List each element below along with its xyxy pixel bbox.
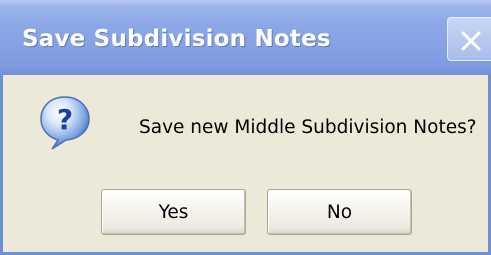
- dialog-title: Save Subdivision Notes: [22, 26, 331, 52]
- no-button[interactable]: No: [267, 189, 412, 235]
- close-button[interactable]: [447, 17, 491, 61]
- save-dialog: Save Subdivision Notes ? Save new Middle…: [0, 0, 491, 255]
- dialog-message: Save new Middle Subdivision Notes?: [139, 117, 477, 138]
- yes-button-label: Yes: [158, 201, 189, 223]
- no-button-label: No: [326, 201, 353, 223]
- svg-text:?: ?: [57, 103, 73, 136]
- title-bar[interactable]: Save Subdivision Notes: [0, 0, 491, 75]
- question-icon: ?: [38, 95, 92, 155]
- yes-button[interactable]: Yes: [101, 189, 246, 235]
